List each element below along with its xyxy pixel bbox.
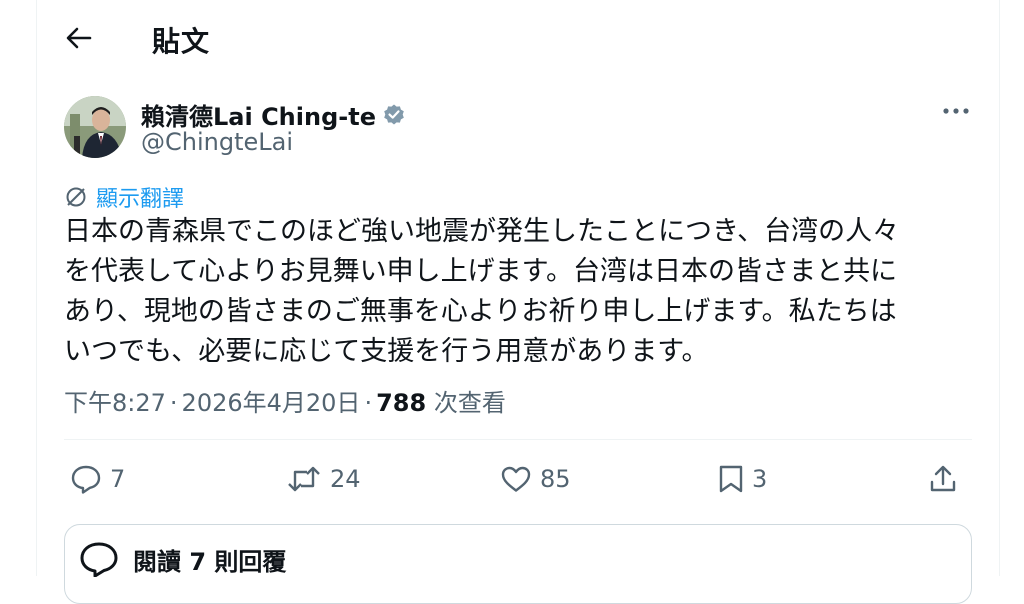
verified-badge-icon (384, 104, 404, 124)
arrow-left-icon (66, 27, 92, 49)
separator-dot: · (169, 389, 178, 417)
share-icon (930, 465, 956, 492)
author-handle[interactable]: @ChingteLai (141, 128, 293, 156)
author-name-text: 賴清德Lai Ching-te (141, 103, 376, 131)
avatar-photo (64, 96, 126, 158)
tweet-date[interactable]: 2026年4月20日 (182, 389, 361, 417)
tweet-metadata: 下午8:27 · 2026年4月20日 · 788 次查看 (64, 383, 506, 418)
column-border-right (999, 0, 1000, 576)
repost-icon (288, 466, 320, 492)
show-translation-label: 顯示翻譯 (96, 187, 185, 212)
views-count: 788 (376, 389, 427, 417)
like-count: 85 (540, 465, 571, 493)
more-dots-icon (943, 108, 969, 114)
top-bar: 貼文 (37, 0, 999, 78)
share-button[interactable] (928, 454, 958, 504)
read-replies-content: 閱讀 7 則回覆 (79, 541, 286, 577)
reply-bubble-icon (80, 542, 118, 577)
bookmark-count: 3 (752, 465, 768, 493)
column-border-left (36, 0, 37, 576)
tweet-time[interactable]: 下午8:27 (64, 389, 166, 417)
views-label: 次查看 (433, 389, 506, 417)
more-options-button[interactable] (938, 96, 974, 126)
tweet-detail-page: 貼文 賴清德Lai Ching-te @ChingteLai 顯示翻譯 日本の青… (0, 0, 1024, 604)
like-button[interactable]: 85 (500, 454, 571, 504)
tweet-text: 日本の青森県でこのほど強い地震が発生したことにつき、台湾の人々 を代表して心より… (64, 216, 900, 367)
heart-icon (501, 466, 531, 492)
separator-dot: · (364, 389, 373, 417)
read-replies-label: 閱讀 7 則回覆 (133, 547, 287, 576)
reply-icon (71, 465, 101, 494)
page-title: 貼文 (152, 25, 211, 58)
translate-icon (66, 187, 86, 207)
reply-count: 7 (110, 465, 126, 493)
bookmark-icon (719, 465, 743, 493)
author-display-name[interactable]: 賴清德Lai Ching-te (141, 97, 406, 132)
bookmark-button[interactable]: 3 (718, 454, 767, 504)
repost-button[interactable]: 24 (286, 454, 361, 504)
repost-count: 24 (330, 465, 361, 493)
read-replies-button[interactable]: 閱讀 7 則回覆 (64, 524, 972, 604)
avatar[interactable] (64, 96, 126, 158)
action-bar: 7 24 85 3 (64, 454, 974, 504)
divider (64, 439, 972, 440)
reply-button[interactable]: 7 (70, 454, 125, 504)
back-button[interactable] (59, 18, 99, 58)
show-translation-link[interactable]: 顯示翻譯 (64, 181, 184, 213)
